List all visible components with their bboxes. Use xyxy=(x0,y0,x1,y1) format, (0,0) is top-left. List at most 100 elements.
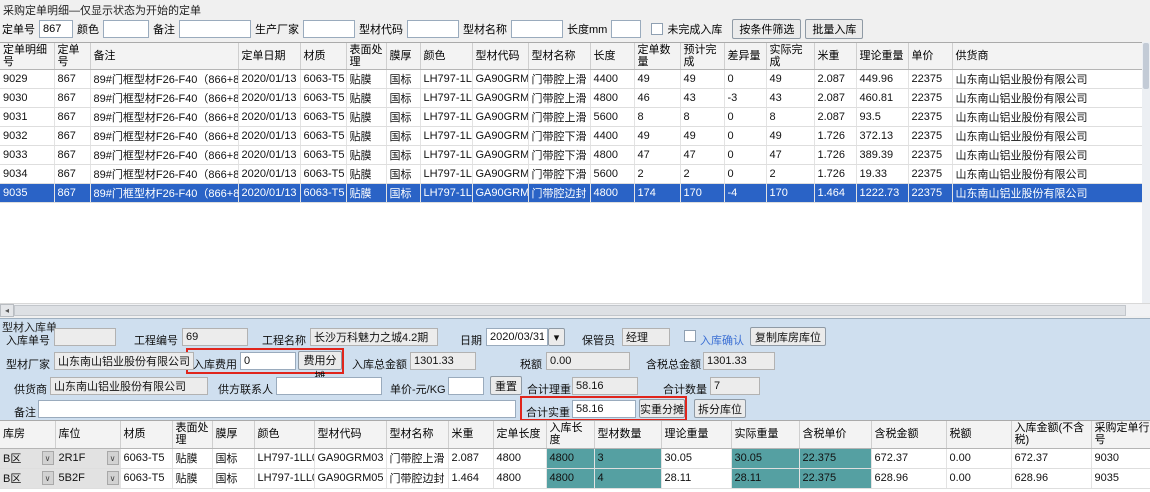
cell: 国标 xyxy=(212,448,254,468)
table-row[interactable]: 903286789#门框型材F26-F40（866+867）2020/01/13… xyxy=(0,127,1142,146)
column-header[interactable]: 米重 xyxy=(448,421,493,448)
column-header[interactable]: 单价 xyxy=(908,43,952,70)
cell: 2.087 xyxy=(448,448,493,468)
dropdown-arrow-icon[interactable]: ∨ xyxy=(107,451,119,465)
unfinished-checkbox[interactable] xyxy=(651,23,663,35)
column-header[interactable]: 入库长度 xyxy=(546,421,594,448)
fee-allocate-button[interactable]: 费用分摊 xyxy=(298,351,342,370)
column-header[interactable]: 定单号 xyxy=(54,43,90,70)
column-header[interactable]: 定单日期 xyxy=(238,43,300,70)
project-no-field[interactable] xyxy=(182,328,248,346)
column-header[interactable]: 备注 xyxy=(90,43,238,70)
column-header[interactable]: 采购定单行号 xyxy=(1091,421,1150,448)
order-table: 定单明细号定单号备注定单日期材质表面处理膜厚颜色型材代码型材名称长度定单数量预计… xyxy=(0,43,1142,203)
scroll-left-icon[interactable]: ◂ xyxy=(0,304,14,317)
column-header[interactable]: 库位 xyxy=(55,421,120,448)
supplier-field[interactable] xyxy=(50,377,208,395)
inbound-table-header-row: 库房库位材质表面处理膜厚颜色型材代码型材名称米重定单长度入库长度型材数量理论重量… xyxy=(0,421,1150,448)
cell: 6063-T5 xyxy=(300,165,346,184)
column-header[interactable]: 预计完成 xyxy=(680,43,724,70)
vertical-scrollbar-thumb[interactable] xyxy=(1143,43,1149,89)
filter-input-code[interactable] xyxy=(407,20,459,38)
filter-input-order-no[interactable] xyxy=(39,20,73,38)
column-header[interactable]: 米重 xyxy=(814,43,856,70)
dropdown-arrow-icon[interactable]: ∨ xyxy=(107,471,119,485)
table-row[interactable]: 903186789#门框型材F26-F40（866+867）2020/01/13… xyxy=(0,108,1142,127)
column-header[interactable]: 差异量 xyxy=(724,43,766,70)
dropdown-arrow-icon[interactable]: ∨ xyxy=(42,471,54,485)
copy-warehouse-button[interactable]: 复制库房库位 xyxy=(750,327,826,346)
column-header[interactable]: 材质 xyxy=(120,421,172,448)
receipt-no-field[interactable] xyxy=(54,328,116,346)
table-row[interactable]: B区∨2R1F∨6063-T5贴膜国标LH797-1LL0GA90GRM03门带… xyxy=(0,448,1150,468)
column-header[interactable]: 表面处理 xyxy=(172,421,212,448)
column-header[interactable]: 理论重量 xyxy=(856,43,908,70)
tax-field[interactable] xyxy=(546,352,630,370)
column-header[interactable]: 理论重量 xyxy=(661,421,731,448)
column-header[interactable]: 表面处理 xyxy=(346,43,386,70)
cell: 1.726 xyxy=(814,165,856,184)
horizontal-scrollbar[interactable]: ◂ xyxy=(0,303,1150,316)
column-header[interactable]: 税额 xyxy=(946,421,1011,448)
column-header[interactable]: 颜色 xyxy=(420,43,472,70)
column-header[interactable]: 含税金额 xyxy=(871,421,946,448)
column-header[interactable]: 实际完成 xyxy=(766,43,814,70)
column-header[interactable]: 定单长度 xyxy=(493,421,546,448)
filter-input-maker[interactable] xyxy=(303,20,355,38)
unit-price-field[interactable] xyxy=(448,377,484,395)
table-row[interactable]: B区∨5B2F∨6063-T5贴膜国标LH797-1LL0GA90GRM05门带… xyxy=(0,468,1150,488)
table-row[interactable]: 903086789#门框型材F26-F40（866+867）2020/01/13… xyxy=(0,89,1142,108)
split-location-button[interactable]: 拆分库位 xyxy=(694,399,746,418)
cell: 89#门框型材F26-F40（866+867） xyxy=(90,127,238,146)
column-header[interactable]: 材质 xyxy=(300,43,346,70)
theoretical-total-field[interactable] xyxy=(572,377,638,395)
filter-input-name[interactable] xyxy=(511,20,563,38)
column-header[interactable]: 型材代码 xyxy=(472,43,528,70)
table-row[interactable]: 903386789#门框型材F26-F40（866+867）2020/01/13… xyxy=(0,146,1142,165)
calendar-dropdown-button[interactable]: ▾ xyxy=(548,328,565,346)
filter-input-length[interactable] xyxy=(611,20,641,38)
cell: 2020/01/13 xyxy=(238,70,300,89)
table-row[interactable]: 903486789#门框型材F26-F40（866+867）2020/01/13… xyxy=(0,165,1142,184)
profile-maker-field[interactable] xyxy=(54,352,194,370)
inbound-total-field[interactable] xyxy=(410,352,476,370)
column-header[interactable]: 供货商 xyxy=(952,43,1142,70)
column-header[interactable]: 入库金额(不含税) xyxy=(1011,421,1091,448)
column-header[interactable]: 型材名称 xyxy=(386,421,448,448)
total-qty-field[interactable] xyxy=(710,377,760,395)
column-header[interactable]: 膜厚 xyxy=(212,421,254,448)
filter-input-color[interactable] xyxy=(103,20,149,38)
column-header[interactable]: 实际重量 xyxy=(731,421,799,448)
actual-total-label: 合计实重 xyxy=(526,404,570,420)
column-header[interactable]: 型材数量 xyxy=(594,421,661,448)
dropdown-arrow-icon[interactable]: ∨ xyxy=(42,451,54,465)
vertical-scrollbar[interactable] xyxy=(1142,42,1150,303)
inbound-confirm-checkbox[interactable] xyxy=(684,330,696,342)
date-field[interactable] xyxy=(486,328,548,346)
table-row[interactable]: 902986789#门框型材F26-F40（866+867）2020/01/13… xyxy=(0,70,1142,89)
column-header[interactable]: 颜色 xyxy=(254,421,314,448)
filter-by-condition-button[interactable]: 按条件筛选 xyxy=(732,19,801,39)
column-header[interactable]: 长度 xyxy=(590,43,634,70)
table-row[interactable]: 903586789#门框型材F26-F40（866+867）2020/01/13… xyxy=(0,184,1142,203)
total-with-tax-field[interactable] xyxy=(703,352,775,370)
remark-field[interactable] xyxy=(38,400,516,418)
column-header[interactable]: 型材名称 xyxy=(528,43,590,70)
project-name-field[interactable] xyxy=(310,328,438,346)
fee-label: 入库费用 xyxy=(193,356,237,372)
batch-inbound-button[interactable]: 批量入库 xyxy=(805,19,863,39)
actual-allocate-button[interactable]: 实重分摊 xyxy=(639,399,685,418)
actual-total-field[interactable] xyxy=(572,400,636,418)
column-header[interactable]: 含税单价 xyxy=(799,421,871,448)
column-header[interactable]: 定单数量 xyxy=(634,43,680,70)
keeper-field[interactable] xyxy=(622,328,670,346)
horizontal-scrollbar-thumb[interactable] xyxy=(14,305,1126,316)
column-header[interactable]: 型材代码 xyxy=(314,421,386,448)
column-header[interactable]: 膜厚 xyxy=(386,43,420,70)
column-header[interactable]: 定单明细号 xyxy=(0,43,54,70)
contact-field[interactable] xyxy=(276,377,382,395)
reset-button[interactable]: 重置 xyxy=(490,376,522,395)
filter-input-remark[interactable] xyxy=(179,20,251,38)
column-header[interactable]: 库房 xyxy=(0,421,55,448)
fee-field[interactable] xyxy=(240,352,296,370)
